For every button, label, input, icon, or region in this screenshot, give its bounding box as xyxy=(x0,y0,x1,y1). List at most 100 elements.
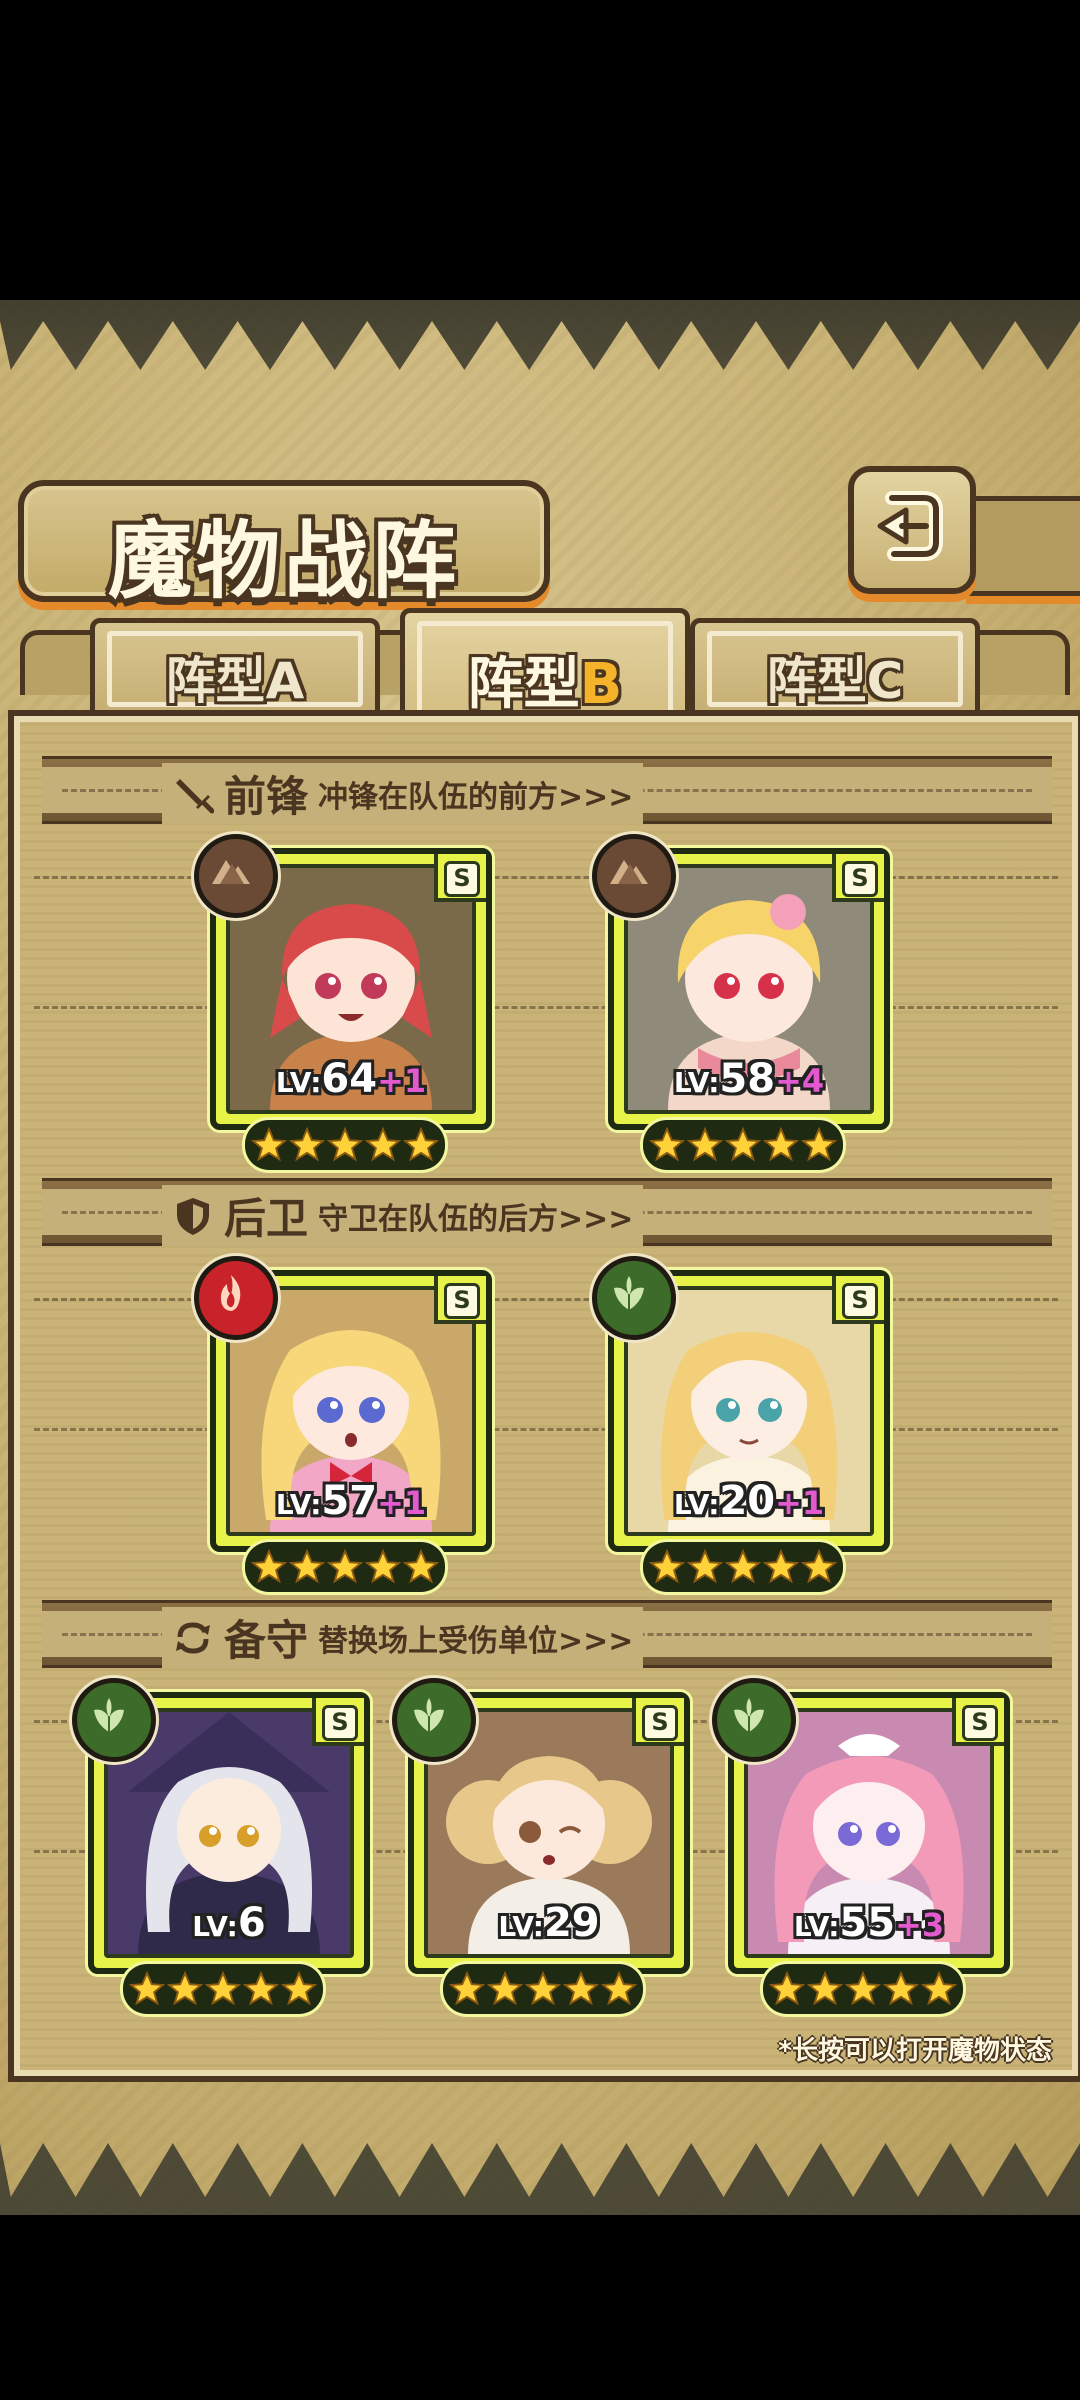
section-desc-front: 冲锋在队伍的前方>>> xyxy=(318,779,634,815)
flame-icon xyxy=(220,1275,241,1311)
star-icon xyxy=(882,1970,920,2006)
star-icon xyxy=(724,1548,762,1584)
star-icon xyxy=(402,1126,440,1162)
star-icon xyxy=(250,1126,288,1162)
tab-label: 阵型 xyxy=(165,652,266,710)
star-icon xyxy=(724,1126,762,1162)
star-icon xyxy=(762,1126,800,1162)
wood-element-badge xyxy=(712,1678,796,1762)
grade-badge: S xyxy=(952,1698,1004,1746)
star-rating-rear-1 xyxy=(245,1542,445,1592)
earth-element-badge xyxy=(194,834,278,918)
game-screen: 魔物战阵 阵型A 阵型B 阵型C 前锋 冲锋在队伍的前方>>> S LV:64+… xyxy=(0,0,1080,2400)
star-icon xyxy=(800,1126,838,1162)
star-icon xyxy=(920,1970,958,2006)
star-icon xyxy=(326,1126,364,1162)
star-icon xyxy=(686,1548,724,1584)
monster-level: LV:55+3 xyxy=(793,1900,945,1946)
top-zigzag-border xyxy=(0,300,1080,370)
star-icon xyxy=(280,1970,318,2006)
star-icon xyxy=(844,1970,882,2006)
tab-formation-a[interactable]: 阵型A xyxy=(90,618,380,720)
back-arrow-icon xyxy=(877,491,943,561)
grade-badge: S xyxy=(832,1276,884,1324)
grade-badge: S xyxy=(312,1698,364,1746)
grade-badge: S xyxy=(632,1698,684,1746)
star-icon xyxy=(288,1126,326,1162)
tab-label-suffix: C xyxy=(866,652,904,710)
star-icon xyxy=(648,1548,686,1584)
monster-level: LV:58+4 xyxy=(673,1056,825,1102)
section-header-rear: 后卫 守卫在队伍的后方>>> xyxy=(42,1178,1052,1246)
star-rating-front-1 xyxy=(245,1120,445,1170)
star-icon xyxy=(648,1126,686,1162)
star-icon xyxy=(250,1548,288,1584)
star-icon xyxy=(800,1548,838,1584)
mountain-icon xyxy=(212,860,250,884)
back-button[interactable] xyxy=(848,466,976,594)
wood-element-badge xyxy=(72,1678,156,1762)
star-icon xyxy=(686,1126,724,1162)
tab-formation-c[interactable]: 阵型C xyxy=(690,618,980,720)
section-header-front: 前锋 冲锋在队伍的前方>>> xyxy=(42,756,1052,824)
star-icon xyxy=(600,1970,638,2006)
grade-badge: S xyxy=(434,1276,486,1324)
star-icon xyxy=(166,1970,204,2006)
star-icon xyxy=(402,1548,440,1584)
wood-element-badge xyxy=(592,1256,676,1340)
section-header-reserve: 备守 替换场上受伤单位>>> xyxy=(42,1600,1052,1668)
monster-level: LV:20+1 xyxy=(673,1478,825,1524)
leaf-icon xyxy=(614,1276,644,1310)
star-icon xyxy=(364,1548,402,1584)
star-icon xyxy=(524,1970,562,2006)
formation-panel: 魔物战阵 阵型A 阵型B 阵型C 前锋 冲锋在队伍的前方>>> S LV:64+… xyxy=(0,300,1080,2215)
earth-element-badge xyxy=(592,834,676,918)
star-rating-rear-2 xyxy=(643,1542,843,1592)
star-icon xyxy=(128,1970,166,2006)
fire-element-badge xyxy=(194,1256,278,1340)
star-icon xyxy=(204,1970,242,2006)
section-title-reserve: 备守 xyxy=(224,1616,309,1665)
star-icon xyxy=(806,1970,844,2006)
star-icon xyxy=(486,1970,524,2006)
page-title: 魔物战阵 xyxy=(107,511,460,610)
section-title-front: 前锋 xyxy=(224,772,309,821)
star-rating-reserve-2 xyxy=(443,1964,643,2014)
sword-icon xyxy=(176,778,214,813)
leaf-icon xyxy=(94,1698,124,1732)
star-icon xyxy=(448,1970,486,2006)
long-press-hint: *长按可以打开魔物状态 xyxy=(778,2036,1052,2066)
title-plaque: 魔物战阵 xyxy=(18,480,550,610)
star-rating-reserve-3 xyxy=(763,1964,963,2014)
monster-level: LV:57+1 xyxy=(275,1478,427,1524)
grade-badge: S xyxy=(434,854,486,902)
star-icon xyxy=(326,1548,364,1584)
bottom-zigzag-border xyxy=(0,2143,1080,2215)
monster-level: LV:29 xyxy=(498,1900,600,1946)
tab-label: 阵型 xyxy=(467,652,580,717)
star-rating-front-2 xyxy=(643,1120,843,1170)
tab-label-suffix: B xyxy=(579,652,623,717)
grade-badge: S xyxy=(832,854,884,902)
star-icon xyxy=(768,1970,806,2006)
star-icon xyxy=(762,1548,800,1584)
leaf-icon xyxy=(414,1698,444,1732)
star-rating-reserve-1 xyxy=(123,1964,323,2014)
wood-element-badge xyxy=(392,1678,476,1762)
shield-icon xyxy=(177,1197,209,1235)
section-title-rear: 后卫 xyxy=(224,1194,309,1243)
swap-icon xyxy=(176,1621,210,1654)
section-desc-rear: 守卫在队伍的后方>>> xyxy=(318,1201,634,1237)
star-icon xyxy=(562,1970,600,2006)
mountain-icon xyxy=(610,860,648,884)
tab-label-suffix: A xyxy=(265,652,305,710)
back-button-rail xyxy=(966,496,1080,596)
leaf-icon xyxy=(734,1698,764,1732)
formation-content: 前锋 冲锋在队伍的前方>>> S LV:64+1 S LV:58+4 后卫 守卫… xyxy=(8,710,1080,2082)
monster-level: LV:64+1 xyxy=(275,1056,427,1102)
monster-level: LV:6 xyxy=(192,1900,266,1946)
tab-label: 阵型 xyxy=(766,652,867,710)
star-icon xyxy=(288,1548,326,1584)
star-icon xyxy=(364,1126,402,1162)
section-desc-reserve: 替换场上受伤单位>>> xyxy=(318,1623,634,1659)
